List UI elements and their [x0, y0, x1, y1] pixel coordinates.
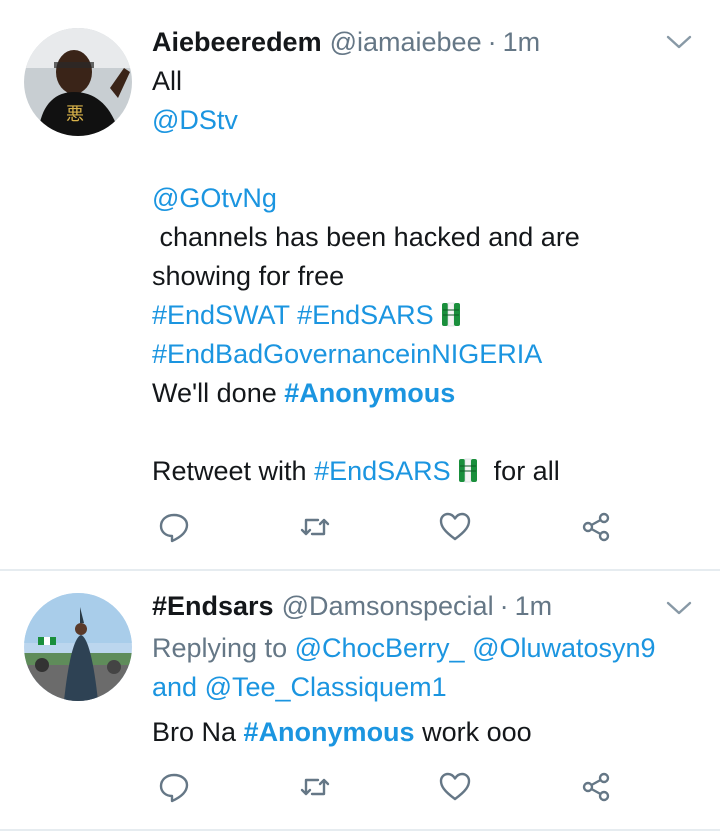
text-segment: We'll done	[152, 378, 285, 408]
chevron-down-icon[interactable]	[664, 596, 694, 620]
replying-to: Replying to @ChocBerry_ @Oluwatosyn9 and…	[152, 629, 702, 707]
avatar[interactable]: 悪	[24, 28, 132, 136]
reply-icon[interactable]	[157, 510, 191, 544]
retweet-icon[interactable]	[298, 770, 332, 804]
display-name[interactable]: Aiebeeredem	[152, 27, 322, 58]
hashtag-link[interactable]: #EndSARS	[297, 300, 434, 330]
tweet[interactable]: #Endsars @Damsonspecial · 1m Replying to…	[0, 571, 720, 833]
share-icon[interactable]	[579, 770, 613, 804]
divider	[0, 829, 720, 831]
text-segment: Retweet with	[152, 456, 315, 486]
reply-and: and	[152, 672, 205, 702]
avatar[interactable]	[24, 593, 132, 701]
svg-text:悪: 悪	[66, 104, 84, 125]
hashtag-link[interactable]: #EndBadGovernanceinNIGERIA	[152, 339, 542, 369]
reply-icon[interactable]	[157, 770, 191, 804]
text-segment: for all	[478, 456, 560, 486]
raised-fist-nigeria-flag-icon	[457, 456, 479, 483]
hashtag-link[interactable]: #Anonymous	[244, 717, 415, 747]
hashtag-link[interactable]: #EndSWAT	[152, 300, 290, 330]
tweet-actions	[0, 510, 720, 550]
user-handle[interactable]: @Damsonspecial	[282, 591, 494, 622]
tweet-text: All @DStv @GOtvNg channels has been hack…	[152, 62, 692, 491]
text-line: All	[152, 66, 183, 96]
tweet-header: Aiebeeredem @iamaiebee · 1m	[152, 25, 540, 59]
timestamp[interactable]: 1m	[503, 27, 541, 58]
mention-link[interactable]: @DStv	[152, 105, 238, 135]
mention-link[interactable]: @Oluwatosyn9	[472, 633, 656, 663]
share-icon[interactable]	[579, 510, 613, 544]
tweet-actions	[0, 770, 720, 810]
mention-link[interactable]: @Tee_Classiquem1	[205, 672, 447, 702]
heart-icon[interactable]	[438, 510, 472, 544]
tweet-header: #Endsars @Damsonspecial · 1m	[152, 589, 552, 623]
text-line: channels has been hacked and are	[152, 222, 580, 252]
raised-fist-nigeria-flag-icon	[440, 300, 462, 327]
hashtag-link[interactable]: #Anonymous	[284, 378, 455, 408]
text-segment: work ooo	[414, 717, 532, 747]
text-segment: Bro Na	[152, 717, 244, 747]
mention-link[interactable]: @ChocBerry_	[295, 633, 465, 663]
tweet-text: Bro Na #Anonymous work ooo	[152, 713, 532, 752]
heart-icon[interactable]	[438, 770, 472, 804]
chevron-down-icon[interactable]	[664, 30, 694, 54]
separator-dot: ·	[487, 26, 497, 57]
timestamp[interactable]: 1m	[515, 591, 553, 622]
separator-dot: ·	[499, 590, 509, 621]
hashtag-link[interactable]: #EndSARS	[314, 456, 451, 486]
user-handle[interactable]: @iamaiebee	[330, 27, 482, 58]
tweet[interactable]: 悪 Aiebeeredem @iamaiebee · 1m All @DStv …	[0, 0, 720, 570]
retweet-icon[interactable]	[298, 510, 332, 544]
text-line: showing for free	[152, 261, 345, 291]
display-name[interactable]: #Endsars	[152, 591, 274, 622]
replying-prefix: Replying to	[152, 633, 295, 663]
mention-link[interactable]: @GOtvNg	[152, 183, 277, 213]
